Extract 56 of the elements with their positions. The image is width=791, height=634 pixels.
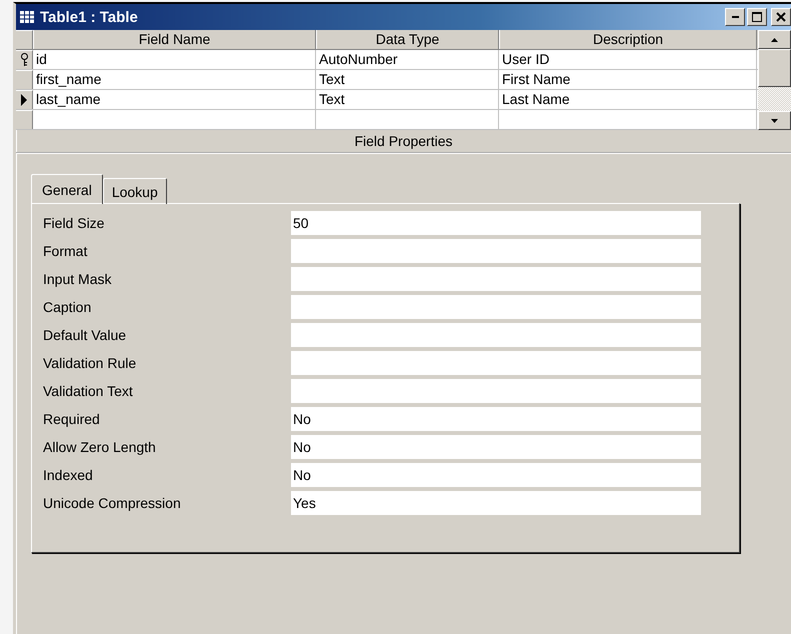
property-label: Input Mask bbox=[43, 271, 112, 287]
scroll-up-button[interactable] bbox=[758, 30, 791, 49]
property-label: Unicode Compression bbox=[43, 495, 182, 511]
property-field[interactable] bbox=[291, 351, 701, 375]
current-row-icon bbox=[21, 94, 27, 106]
table-cell[interactable]: last_name bbox=[33, 90, 316, 109]
column-header[interactable]: Data Type bbox=[316, 30, 499, 49]
property-field[interactable]: No bbox=[291, 463, 701, 487]
close-button[interactable] bbox=[771, 8, 791, 26]
row-selector[interactable] bbox=[16, 90, 33, 109]
close-icon bbox=[776, 12, 786, 22]
column-header[interactable]: Field Name bbox=[33, 30, 316, 49]
key-icon bbox=[20, 53, 28, 67]
window-title: Table1 : Table bbox=[40, 8, 138, 26]
property-field[interactable] bbox=[291, 267, 701, 291]
property-field[interactable]: 50 bbox=[291, 211, 701, 235]
property-field[interactable]: No bbox=[291, 407, 701, 431]
property-field[interactable]: No bbox=[291, 435, 701, 459]
property-field[interactable] bbox=[291, 323, 701, 347]
property-field[interactable] bbox=[291, 239, 701, 263]
property-label: Validation Rule bbox=[43, 355, 138, 371]
table-cell[interactable]: First Name bbox=[499, 70, 757, 89]
table-cell[interactable]: Text bbox=[316, 70, 499, 89]
property-field[interactable] bbox=[291, 379, 701, 403]
maximize-icon bbox=[752, 12, 762, 22]
minimize-button[interactable] bbox=[725, 8, 745, 26]
property-label: Allow Zero Length bbox=[43, 439, 157, 455]
property-label: Validation Text bbox=[43, 383, 134, 399]
table-cell[interactable]: User ID bbox=[499, 50, 757, 69]
table-cell[interactable]: id bbox=[33, 50, 316, 69]
property-label: Required bbox=[43, 411, 101, 427]
down-arrow-icon bbox=[771, 118, 778, 122]
property-label: Field Size bbox=[43, 215, 106, 231]
maximize-button[interactable] bbox=[747, 8, 767, 26]
property-label: Caption bbox=[43, 299, 92, 315]
section-title: Field Properties bbox=[354, 133, 453, 149]
table-cell[interactable]: first_name bbox=[33, 70, 316, 89]
property-field[interactable] bbox=[291, 295, 701, 319]
table-cell[interactable]: Text bbox=[316, 90, 499, 109]
scrollbar[interactable] bbox=[758, 30, 791, 130]
tab[interactable]: Lookup bbox=[102, 178, 167, 204]
table-cell[interactable]: Last Name bbox=[499, 90, 757, 109]
column-header[interactable]: Description bbox=[499, 30, 757, 49]
table-icon bbox=[20, 11, 34, 23]
scroll-thumb[interactable] bbox=[758, 49, 791, 87]
tab[interactable]: General bbox=[31, 174, 103, 204]
property-field[interactable]: Yes bbox=[291, 491, 701, 515]
scroll-down-button[interactable] bbox=[758, 111, 791, 130]
scroll-track[interactable] bbox=[758, 87, 791, 111]
table-cell[interactable]: AutoNumber bbox=[316, 50, 499, 69]
property-label: Default Value bbox=[43, 327, 128, 343]
property-label: Format bbox=[43, 243, 88, 259]
up-arrow-icon bbox=[771, 38, 778, 42]
minimize-icon bbox=[732, 16, 738, 18]
property-label: Indexed bbox=[43, 467, 94, 483]
row-selector[interactable] bbox=[16, 50, 33, 69]
